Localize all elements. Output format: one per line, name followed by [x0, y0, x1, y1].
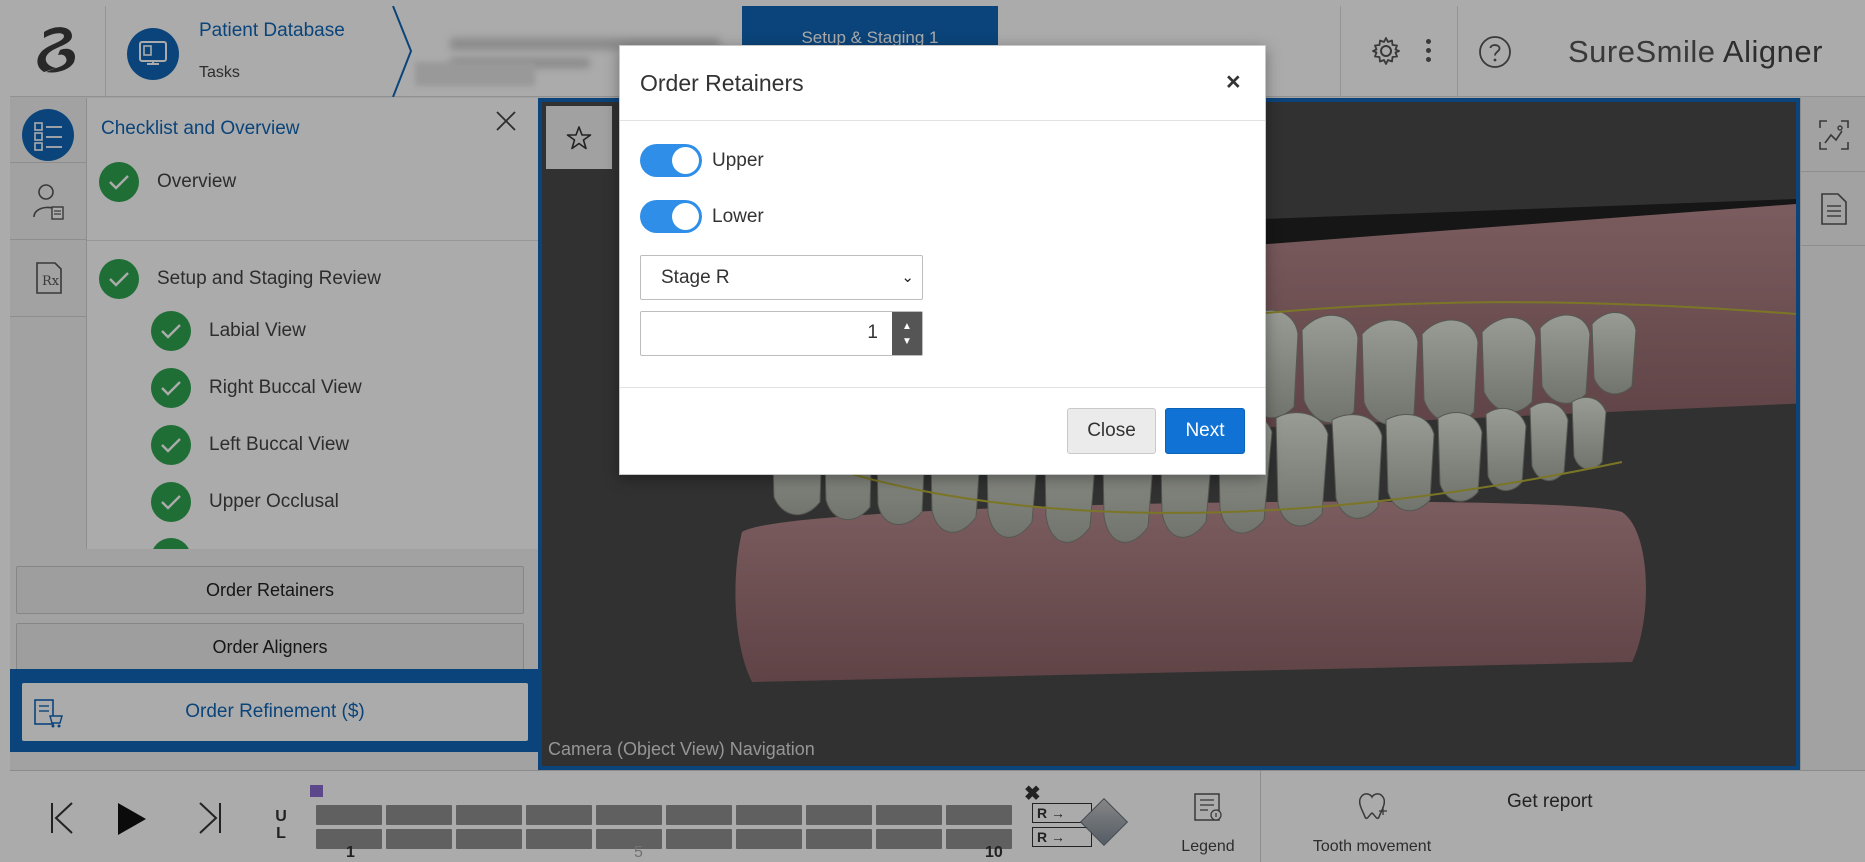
lower-toggle[interactable]	[640, 200, 702, 233]
chevron-down-icon: ⌄	[901, 269, 914, 286]
next-button[interactable]: Next	[1165, 408, 1245, 454]
chevron-down-icon[interactable]: ▼	[902, 334, 912, 349]
upper-toggle-label: Upper	[712, 149, 764, 171]
stepper-arrows[interactable]: ▲ ▼	[892, 312, 922, 355]
quantity-stepper[interactable]: 1 ▲ ▼	[640, 311, 923, 356]
close-icon[interactable]: ×	[1226, 68, 1241, 97]
order-retainers-dialog: Order Retainers × Upper Lower Stage R ⌄ …	[619, 45, 1266, 475]
stage-select[interactable]: Stage R ⌄	[640, 255, 923, 300]
lower-toggle-label: Lower	[712, 205, 764, 227]
upper-toggle[interactable]	[640, 144, 702, 177]
quantity-value: 1	[867, 322, 878, 343]
dialog-header: Order Retainers ×	[620, 46, 1265, 121]
close-button[interactable]: Close	[1067, 408, 1156, 454]
upper-toggle-row: Upper	[640, 144, 764, 177]
lower-toggle-row: Lower	[640, 200, 764, 233]
dialog-title: Order Retainers	[640, 70, 804, 96]
chevron-up-icon[interactable]: ▲	[902, 319, 912, 334]
